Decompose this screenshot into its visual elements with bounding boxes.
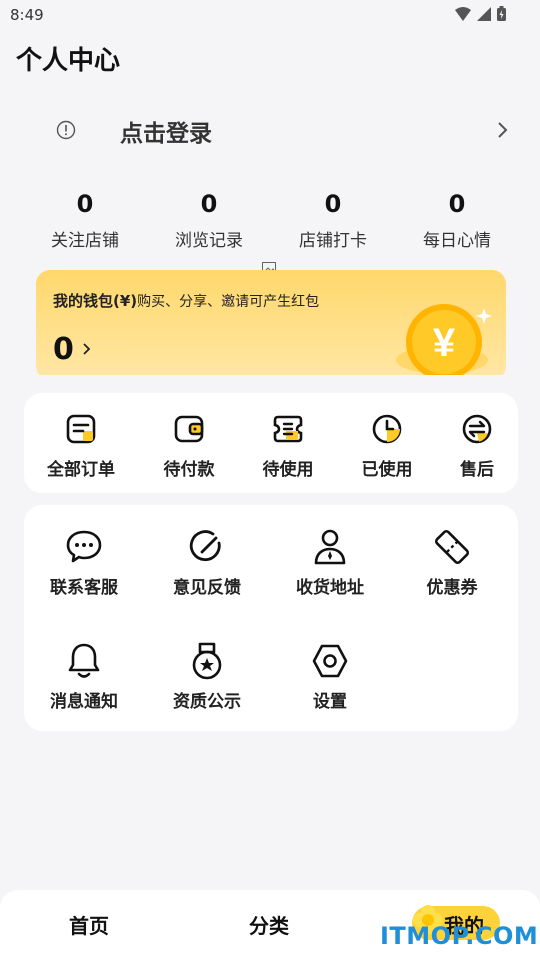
- coin-icon: ¥: [396, 304, 492, 380]
- medal-icon: [157, 641, 257, 681]
- status-time: 8:49: [10, 6, 44, 24]
- tab-category[interactable]: 分类: [249, 910, 289, 939]
- login-row[interactable]: 点击登录: [0, 108, 540, 152]
- wallet-card[interactable]: 我的钱包(¥)购买、分享、邀请可产生红包 0 ¥: [36, 270, 506, 380]
- order-label: 全部订单: [47, 460, 115, 480]
- coin-symbol: ¥: [433, 321, 456, 365]
- wallet-icon: [146, 409, 232, 449]
- service-settings[interactable]: 设置: [280, 641, 380, 712]
- service-notifications[interactable]: 消息通知: [34, 641, 134, 712]
- clock-icon: [344, 409, 430, 449]
- service-customer-support[interactable]: 联系客服: [34, 527, 134, 598]
- chat-icon: [34, 527, 134, 567]
- order-pending-payment[interactable]: 待付款: [146, 409, 232, 480]
- order-all[interactable]: 全部订单: [38, 409, 124, 480]
- service-label: 设置: [313, 692, 347, 712]
- stat-browse-history[interactable]: 0 浏览记录: [147, 188, 271, 251]
- order-label: 售后: [460, 460, 494, 480]
- signal-icon: [477, 6, 491, 21]
- status-bar: 8:49: [0, 0, 540, 32]
- order-to-use[interactable]: 待使用: [245, 409, 331, 480]
- order-label: 已使用: [361, 460, 413, 480]
- info-icon: [56, 120, 76, 140]
- service-label: 消息通知: [50, 692, 118, 712]
- coupon-icon: [402, 527, 502, 567]
- bell-icon: [34, 641, 134, 681]
- stat-label: 关注店铺: [51, 231, 119, 251]
- order-list-icon: [38, 409, 124, 449]
- stats-row: 0 关注店铺 0 浏览记录 0 店铺打卡 0 每日心情: [0, 188, 540, 258]
- chevron-right-icon[interactable]: [496, 120, 510, 140]
- wallet-title-line: 我的钱包(¥)购买、分享、邀请可产生红包: [53, 290, 319, 311]
- order-label: 待使用: [262, 460, 314, 480]
- stat-daily-mood[interactable]: 0 每日心情: [395, 188, 519, 251]
- ticket-icon: [245, 409, 331, 449]
- services-card: 联系客服 意见反馈 收货地址 优惠券 消息通知 资质公示 设置: [24, 505, 518, 731]
- page-title: 个人中心: [16, 46, 121, 76]
- orders-card: 全部订单 待付款 待使用 已使用 售后: [24, 393, 518, 493]
- service-label: 资质公示: [173, 692, 241, 712]
- settings-icon: [280, 641, 380, 681]
- wallet-amount: 0: [53, 332, 74, 367]
- exchange-icon: [434, 409, 520, 449]
- wallet-subtitle: 购买、分享、邀请可产生红包: [137, 294, 320, 310]
- service-label: 优惠券: [426, 578, 478, 598]
- service-label: 收货地址: [296, 578, 364, 598]
- battery-icon: [497, 6, 506, 21]
- wifi-icon: [455, 6, 471, 21]
- feedback-icon: [157, 527, 257, 567]
- stat-label: 浏览记录: [175, 231, 243, 251]
- person-icon: [280, 527, 380, 567]
- chevron-right-icon[interactable]: [82, 342, 92, 356]
- wallet-title: 我的钱包(¥): [53, 292, 138, 310]
- service-coupons[interactable]: 优惠券: [402, 527, 502, 598]
- service-feedback[interactable]: 意见反馈: [157, 527, 257, 598]
- stat-label: 每日心情: [423, 231, 491, 251]
- stat-value: 0: [448, 190, 466, 218]
- service-qualifications[interactable]: 资质公示: [157, 641, 257, 712]
- stat-value: 0: [324, 190, 342, 218]
- stat-value: 0: [76, 190, 94, 218]
- stat-follow-shops[interactable]: 0 关注店铺: [23, 188, 147, 251]
- stat-value: 0: [200, 190, 218, 218]
- login-label[interactable]: 点击登录: [120, 114, 212, 148]
- tab-home[interactable]: 首页: [69, 910, 109, 939]
- stat-shop-checkin[interactable]: 0 店铺打卡: [271, 188, 395, 251]
- order-used[interactable]: 已使用: [344, 409, 430, 480]
- service-label: 联系客服: [50, 578, 118, 598]
- stat-label: 店铺打卡: [299, 231, 367, 251]
- status-icons: [455, 6, 506, 21]
- order-label: 待付款: [163, 460, 215, 480]
- service-label: 意见反馈: [173, 578, 241, 598]
- order-after-sales[interactable]: 售后: [434, 409, 520, 480]
- watermark: ITMOP.COM: [380, 922, 539, 950]
- service-shipping-address[interactable]: 收货地址: [280, 527, 380, 598]
